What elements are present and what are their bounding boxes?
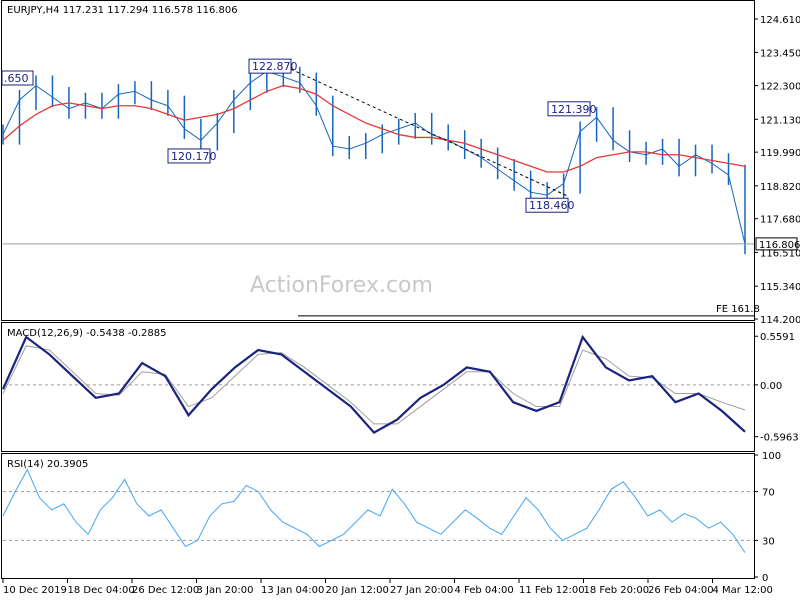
- rsi-panel-title: RSI(14) 20.3905: [7, 459, 88, 470]
- price-y-tick-label: 121.130: [760, 115, 800, 126]
- x-tick-label: 26 Dec 12:00: [132, 585, 199, 596]
- price-y-tick-label: 122.300: [760, 82, 800, 93]
- price-y-tick-label: 115.340: [760, 282, 800, 293]
- price-y-tick-label: 119.990: [760, 148, 800, 159]
- price-callout-label: 120.170: [171, 150, 217, 163]
- x-tick-label: 26 Feb 04:00: [648, 585, 714, 596]
- price-y-tick-label: 116.510: [760, 248, 800, 259]
- x-tick-label: 20 Jan 12:00: [326, 585, 389, 596]
- x-tick-label: 27 Jan 20:00: [390, 585, 453, 596]
- watermark: ActionForex.com: [250, 273, 433, 298]
- rsi-y-tick-label: 30: [762, 536, 775, 547]
- macd-y-tick-label: 0.5591: [760, 332, 795, 343]
- macd-panel-title: MACD(12,26,9) -0.5438 -0.2885: [7, 328, 167, 339]
- x-tick-label: 3 Jan 20:00: [197, 585, 254, 596]
- rsi-y-tick-label: 0: [762, 573, 768, 584]
- price-close-line: [2, 70, 746, 245]
- rsi-y-tick-label: 70: [762, 488, 775, 499]
- rsi-y-tick-label: 100: [762, 451, 781, 462]
- price-callout-label: 122.870: [252, 60, 298, 73]
- price-callout-label: 121.390: [551, 103, 597, 116]
- x-tick-label: 10 Dec 2019: [3, 585, 67, 596]
- price-panel-title: EURJPY,H4 117.231 117.294 116.578 116.80…: [7, 5, 238, 16]
- x-tick-label: 11 Feb 12:00: [519, 585, 585, 596]
- price-y-tick-label: 118.820: [760, 182, 800, 193]
- macd-panel: [1, 322, 755, 452]
- x-tick-label: 13 Jan 04:00: [261, 585, 324, 596]
- macd-y-tick-label: 0.00: [760, 381, 782, 392]
- moving-average-line: [2, 84, 746, 173]
- rsi-panel: [1, 453, 755, 579]
- partial-price-callout-label: .650: [4, 72, 29, 85]
- macd-y-tick-label: -0.5963: [760, 433, 799, 444]
- price-y-tick-label: 117.680: [760, 215, 800, 226]
- price-y-tick-label: 124.610: [760, 15, 800, 26]
- x-tick-label: 18 Dec 04:00: [68, 585, 135, 596]
- price-callout-label: 118.460: [529, 199, 575, 212]
- x-tick-label: 4 Feb 04:00: [455, 585, 514, 596]
- x-tick-label: 18 Feb 20:00: [584, 585, 650, 596]
- x-tick-label: 4 Mar 12:00: [713, 585, 773, 596]
- price-y-tick-label: 114.200: [760, 315, 800, 326]
- fe-161-label: FE 161.8: [716, 304, 760, 315]
- price-y-tick-label: 123.450: [760, 48, 800, 59]
- eurjpy-chart: ActionForex.com EURJPY,H4 117.231 117.29…: [1, 0, 800, 596]
